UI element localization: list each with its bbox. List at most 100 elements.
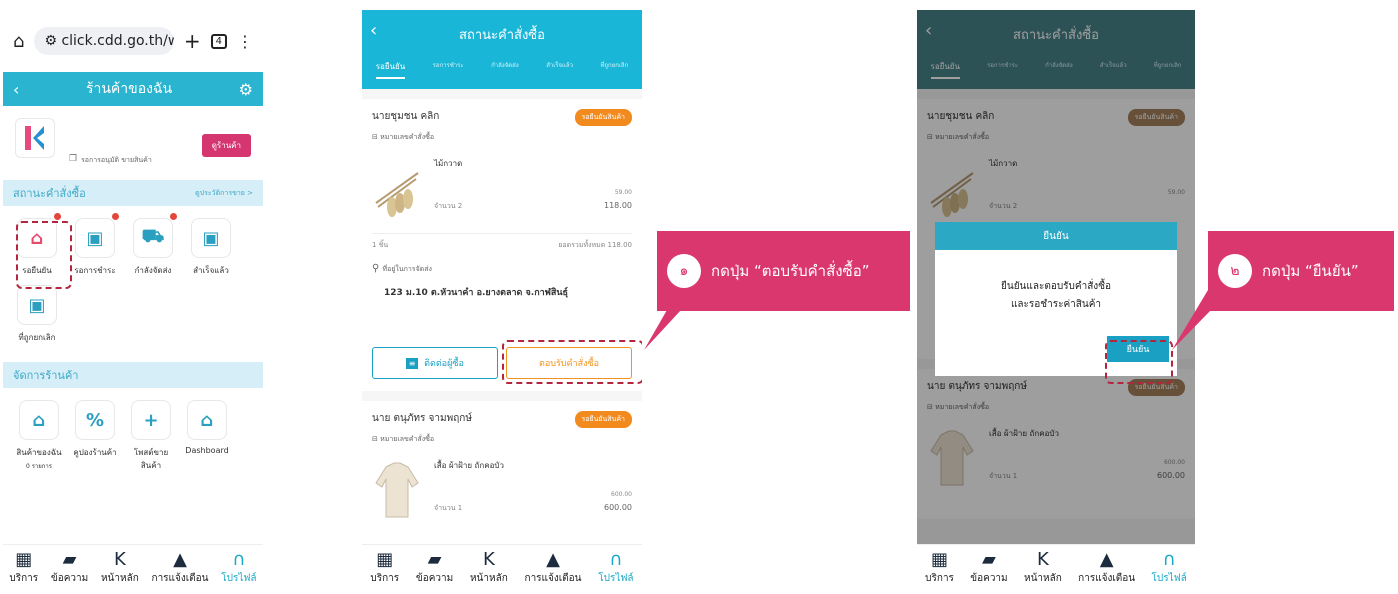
nav-item[interactable]: ▲ การแจ้งเตือน — [1078, 551, 1135, 586]
url-bar[interactable]: ⚙ click.cdd.go.th/web/ — [34, 27, 174, 55]
url-text: click.cdd.go.th/web/ — [61, 33, 174, 49]
orders-title: สถานะคำสั่งซื้อ — [459, 28, 545, 43]
line-price: 600.00 — [604, 503, 632, 512]
order-status-item[interactable]: ⛟ กำลังจัดส่ง — [129, 213, 177, 277]
nav-item[interactable]: ∩ โปรไฟล์ — [598, 551, 633, 586]
receipt-icon: ⊟ — [372, 133, 381, 141]
product-qty: จำนวน 2 — [434, 202, 463, 210]
notification-dot — [170, 213, 177, 220]
address-label-text: ที่อยู่ในการจัดส่ง — [382, 265, 432, 273]
page-title: ร้านค้าของฉัน — [85, 81, 173, 97]
shipping-address: 123 ม.10 ต.หัวนาคำ อ.ยางตลาด จ.กาฬสินธุ์ — [384, 288, 569, 298]
settings-gear-icon[interactable]: ⚙ — [239, 80, 253, 99]
nav-item[interactable]: ▲ การแจ้งเตือน — [525, 551, 582, 586]
product-row: เสื้อ ผ้าฝ้าย ถักคอบัว จำนวน 1 600.00 60… — [372, 451, 632, 535]
nav-label: ข้อความ — [50, 573, 89, 584]
nav-item[interactable]: ▦ บริการ — [370, 551, 399, 586]
message-icon: ▰ — [62, 549, 77, 570]
callout-1-text: กดปุ่ม “ตอบรับคำสั่งซื้อ” — [711, 262, 870, 280]
nav-item[interactable]: ▦ บริการ — [9, 551, 38, 586]
nav-item[interactable]: K หน้าหลัก — [470, 551, 508, 586]
basket-icon: ⌂ — [19, 400, 59, 440]
nav-label: บริการ — [9, 573, 39, 584]
truck-icon: ⛟ — [133, 218, 173, 258]
services-icon: ▦ — [931, 549, 949, 570]
line-price: 118.00 — [604, 201, 632, 210]
status-badge: รอยืนยันสินค้า — [574, 109, 632, 126]
nav-item[interactable]: K หน้าหลัก — [101, 551, 139, 586]
nav-label: การแจ้งเตือน — [151, 573, 209, 584]
product-row: ไม้กวาด จำนวน 2 59.00 118.00 — [372, 149, 632, 233]
nav-label: บริการ — [925, 573, 954, 584]
callout-1: ๑ กดปุ่ม “ตอบรับคำสั่งซื้อ” — [657, 231, 910, 311]
back-icon[interactable]: ‹ — [13, 80, 19, 99]
order-status-item[interactable]: ▣ สำเร็จแล้ว — [187, 214, 235, 277]
order-tab[interactable]: รอยืนยัน — [375, 60, 406, 79]
item-count: 1 ชิ้น — [372, 241, 389, 249]
order-status-item[interactable]: ▣ ที่ถูกยกเลิก — [13, 281, 61, 344]
nav-item[interactable]: ▦ บริการ — [925, 551, 954, 586]
chat-icon: ≡ — [406, 357, 419, 369]
nav-item[interactable]: K หน้าหลัก — [1024, 551, 1062, 586]
browser-bar: ⌂ ⚙ click.cdd.go.th/web/ + 4 ⋮ — [3, 10, 263, 72]
product-name: เสื้อ ผ้าฝ้าย ถักคอบัว — [434, 461, 504, 470]
order-status-label: สำเร็จแล้ว — [193, 266, 229, 275]
home-logo-icon: K — [1036, 549, 1049, 570]
nav-label: โปรไฟล์ — [221, 573, 257, 584]
notification-dot — [112, 213, 119, 220]
sales-history-link[interactable]: ดูประวัติการขาย > — [195, 188, 253, 199]
bottom-nav: ▦ บริการ ▰ ข้อความ K หน้าหลัก ▲ การแจ้งเตือน ∩ โป… — [917, 544, 1195, 590]
receipt-icon: ⊟ — [372, 435, 381, 443]
copy-icon: ❐ — [69, 154, 78, 164]
nav-label: บริการ — [370, 573, 400, 584]
new-tab-icon[interactable]: + — [184, 29, 201, 53]
manage-shop-label: โพสต์ขายสินค้า — [133, 448, 169, 470]
nav-item[interactable]: ▰ ข้อความ — [970, 551, 1007, 586]
order-tab[interactable]: สำเร็จแล้ว — [546, 60, 573, 79]
wallet-minus-icon: ▣ — [75, 218, 115, 258]
nav-label: หน้าหลัก — [469, 573, 508, 584]
shirt-thumbnail — [375, 462, 419, 518]
nav-item[interactable]: ▰ ข้อความ — [51, 551, 88, 586]
nav-item[interactable]: ▲ การแจ้งเตือน — [152, 551, 209, 586]
order-tab[interactable]: กำลังจัดส่ง — [491, 60, 519, 79]
callout-2-number: ๒ — [1218, 254, 1252, 288]
coupon-icon: % — [75, 400, 115, 440]
product-qty: จำนวน 1 — [434, 504, 463, 512]
order-tab[interactable]: ที่ถูกยกเลิก — [600, 60, 628, 79]
manage-shop-item[interactable]: + โพสต์ขายสินค้า — [125, 396, 177, 472]
phone-my-shop: ⌂ ⚙ click.cdd.go.th/web/ + 4 ⋮ ‹ ร้านค้า… — [3, 10, 263, 590]
callout-1-number: ๑ — [667, 254, 701, 288]
order-status-label: กำลังจัดส่ง — [134, 266, 172, 275]
contact-buyer-label: ติดต่อผู้ซื้อ — [424, 359, 464, 369]
box-check-icon: ▣ — [191, 218, 231, 258]
order-summary: 1 ชิ้น ยอดรวมทั้งหมด 118.00 — [372, 233, 632, 257]
nav-item[interactable]: ∩ โปรไฟล์ — [1151, 551, 1186, 586]
view-shop-button[interactable]: ดูร้านค้า — [201, 134, 251, 157]
bell-icon: ▲ — [1099, 549, 1114, 570]
profile-icon: ∩ — [1162, 549, 1176, 570]
notification-dot — [54, 213, 61, 220]
basket-stat-icon: ⌂ — [187, 400, 227, 440]
nav-label: หน้าหลัก — [1023, 573, 1062, 584]
more-menu-icon[interactable]: ⋮ — [237, 32, 253, 51]
phone-confirm: ‹ สถานะคำสั่งซื้อ รอยืนยัน รอการชำระ กำลัง… — [917, 10, 1195, 590]
manage-shop-sublabel: 0 รายการ — [25, 463, 53, 470]
manage-shop-item[interactable]: % คูปองร้านค้า — [69, 396, 121, 472]
order-status-item[interactable]: ▣ รอการชำระ — [71, 213, 119, 277]
nav-item[interactable]: ▰ ข้อความ — [416, 551, 453, 586]
nav-item[interactable]: ∩ โปรไฟล์ — [221, 551, 256, 586]
site-settings-icon[interactable]: ⚙ — [44, 33, 61, 49]
order-tab[interactable]: รอการชำระ — [433, 60, 464, 79]
manage-shop-item[interactable]: ⌂ Dashboard — [181, 396, 233, 472]
message-icon: ▰ — [427, 549, 442, 570]
nav-label: การแจ้งเตือน — [524, 573, 582, 584]
nav-label: โปรไฟล์ — [1151, 573, 1187, 584]
home-icon[interactable]: ⌂ — [13, 31, 24, 52]
bell-icon: ▲ — [546, 549, 560, 570]
unit-price: 59.00 — [614, 189, 632, 196]
contact-buyer-button[interactable]: ≡ ติดต่อผู้ซื้อ — [372, 347, 498, 379]
product-name: ไม้กวาด — [434, 159, 463, 168]
manage-shop-item[interactable]: ⌂ สินค้าของฉัน 0 รายการ — [13, 396, 65, 472]
tab-count-icon[interactable]: 4 — [210, 33, 227, 49]
